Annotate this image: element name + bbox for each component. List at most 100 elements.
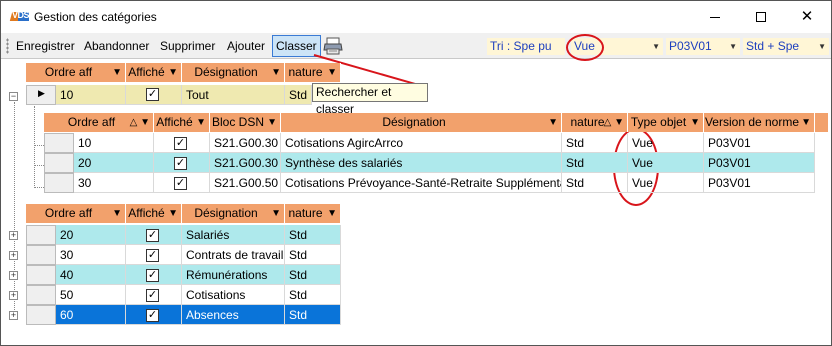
maximize-button[interactable] xyxy=(738,1,784,32)
col-header-version[interactable]: Version de norme ▼ xyxy=(704,113,815,132)
filter-icon[interactable]: ▼ xyxy=(548,113,558,132)
cell-designation[interactable]: Contrats de travail xyxy=(182,245,285,265)
filter-icon[interactable]: ▼ xyxy=(271,63,281,82)
cell-affiche[interactable]: ✓ xyxy=(126,225,182,245)
expand-plus-icon[interactable]: + xyxy=(9,311,18,320)
checkbox-affiche[interactable]: ✓ xyxy=(146,229,159,242)
cell-ordre[interactable]: 40 xyxy=(56,265,126,285)
filter-icon[interactable]: ▼ xyxy=(196,113,206,132)
row-selector[interactable] xyxy=(44,133,74,153)
cell-ordre[interactable]: 60 xyxy=(56,305,126,325)
cell-designation[interactable]: Synthèse des salariés xyxy=(281,153,562,173)
cell-type-objet[interactable]: Vue xyxy=(628,153,704,173)
filter-icon[interactable]: ▼ xyxy=(112,204,122,223)
toolbar-grip[interactable] xyxy=(6,38,9,54)
filter-icon[interactable]: ▼ xyxy=(327,63,337,82)
col-header-ordre[interactable]: Ordre aff ▼ xyxy=(26,204,126,223)
col-header-ordre[interactable]: Ordre aff ▼ xyxy=(26,63,126,82)
cell-type-objet[interactable]: Vue xyxy=(628,133,704,153)
row-selector[interactable] xyxy=(26,225,56,245)
col-header-designation[interactable]: Désignation ▼ xyxy=(182,63,285,82)
cell-nature[interactable]: Std xyxy=(562,133,628,153)
cell-nature[interactable]: Std xyxy=(285,245,341,265)
filter-icon[interactable]: △ ▼ xyxy=(604,113,624,132)
col-header-nature[interactable]: nature ▼ xyxy=(285,204,341,223)
cell-nature[interactable]: Std xyxy=(562,173,628,193)
checkbox-affiche[interactable]: ✓ xyxy=(146,309,159,322)
cell-affiche[interactable]: ✓ xyxy=(154,173,210,193)
row-selector[interactable] xyxy=(44,153,74,173)
checkbox-affiche[interactable]: ✓ xyxy=(146,269,159,282)
cell-ordre[interactable]: 50 xyxy=(56,285,126,305)
col-header-designation[interactable]: Désignation ▼ xyxy=(182,204,285,223)
row-selector[interactable] xyxy=(26,285,56,305)
col-header-affiche[interactable]: Affiché ▼ xyxy=(154,113,210,132)
tri-select[interactable]: Tri : Spe pu xyxy=(487,38,565,55)
checkbox-affiche[interactable]: ✓ xyxy=(146,88,159,101)
cell-bloc-dsn[interactable]: S21.G00.30 xyxy=(210,153,281,173)
cell-designation[interactable]: Rémunérations xyxy=(182,265,285,285)
cell-designation[interactable]: Cotisations Prévoyance-Santé-Retraite Su… xyxy=(281,173,562,193)
cell-designation[interactable]: Tout xyxy=(182,85,285,105)
cell-ordre[interactable]: 30 xyxy=(74,173,154,193)
cell-designation[interactable]: Absences xyxy=(182,305,285,325)
filter-icon[interactable]: △ ▼ xyxy=(130,113,150,132)
cell-type-objet[interactable]: Vue xyxy=(628,173,704,193)
cell-nature[interactable]: Std xyxy=(285,225,341,245)
checkbox-affiche[interactable]: ✓ xyxy=(174,157,187,170)
cell-affiche[interactable]: ✓ xyxy=(126,85,182,105)
cell-designation[interactable]: Cotisations AgircArrco xyxy=(281,133,562,153)
version-select[interactable]: P03V01 ▼ xyxy=(666,38,740,55)
cell-bloc-dsn[interactable]: S21.G00.30 xyxy=(210,133,281,153)
cell-nature[interactable]: Std xyxy=(562,153,628,173)
collapse-minus-icon[interactable]: − xyxy=(9,92,18,101)
filter-icon[interactable]: ▼ xyxy=(168,204,178,223)
cell-affiche[interactable]: ✓ xyxy=(126,285,182,305)
expand-plus-icon[interactable]: + xyxy=(9,271,18,280)
abandonner-button[interactable]: Abandonner xyxy=(81,37,152,55)
col-header-affiche[interactable]: Affiché ▼ xyxy=(126,63,182,82)
col-header-nature[interactable]: nature △ ▼ xyxy=(562,113,628,132)
cell-nature[interactable]: Std xyxy=(285,85,312,105)
col-header-type-objet[interactable]: Type objet ▼ xyxy=(628,113,704,132)
checkbox-affiche[interactable]: ✓ xyxy=(146,289,159,302)
cell-bloc-dsn[interactable]: S21.G00.50 xyxy=(210,173,281,193)
ajouter-button[interactable]: Ajouter xyxy=(224,37,268,55)
cell-nature[interactable]: Std xyxy=(285,265,341,285)
minimize-button[interactable] xyxy=(692,1,738,32)
cell-nature[interactable]: Std xyxy=(285,305,341,325)
row-selector[interactable] xyxy=(44,173,74,193)
cell-ordre[interactable]: 10 xyxy=(56,85,126,105)
expand-plus-icon[interactable]: + xyxy=(9,251,18,260)
col-header-more[interactable] xyxy=(815,113,829,132)
filter-icon[interactable]: ▼ xyxy=(267,113,277,132)
cell-version[interactable]: P03V01 xyxy=(704,173,815,193)
checkbox-affiche[interactable]: ✓ xyxy=(174,137,187,150)
std-select[interactable]: Std + Spe ▼ xyxy=(743,38,829,55)
col-header-affiche[interactable]: Affiché ▼ xyxy=(126,204,182,223)
close-button[interactable]: ✕ xyxy=(784,1,830,32)
cell-version[interactable]: P03V01 xyxy=(704,133,815,153)
cell-ordre[interactable]: 30 xyxy=(56,245,126,265)
filter-icon[interactable]: ▼ xyxy=(112,63,122,82)
cell-version[interactable]: P03V01 xyxy=(704,153,815,173)
cell-affiche[interactable]: ✓ xyxy=(126,305,182,325)
cell-affiche[interactable]: ✓ xyxy=(154,153,210,173)
filter-icon[interactable]: ▼ xyxy=(168,63,178,82)
col-header-bloc-dsn[interactable]: Bloc DSN ▼ xyxy=(210,113,281,132)
filter-icon[interactable]: ▼ xyxy=(327,204,337,223)
cell-affiche[interactable]: ✓ xyxy=(154,133,210,153)
filter-icon[interactable]: ▼ xyxy=(271,204,281,223)
filter-icon[interactable]: ▼ xyxy=(690,113,700,132)
expand-plus-icon[interactable]: + xyxy=(9,291,18,300)
row-selector[interactable] xyxy=(26,305,56,325)
cell-affiche[interactable]: ✓ xyxy=(126,265,182,285)
col-header-nature[interactable]: nature ▼ xyxy=(285,63,341,82)
checkbox-affiche[interactable]: ✓ xyxy=(146,249,159,262)
enregistrer-button[interactable]: Enregistrer xyxy=(13,37,78,55)
supprimer-button[interactable]: Supprimer xyxy=(157,37,218,55)
row-selector[interactable]: ▶ xyxy=(26,85,56,105)
checkbox-affiche[interactable]: ✓ xyxy=(174,177,187,190)
filter-icon[interactable]: ▼ xyxy=(801,113,811,132)
cell-ordre[interactable]: 20 xyxy=(74,153,154,173)
